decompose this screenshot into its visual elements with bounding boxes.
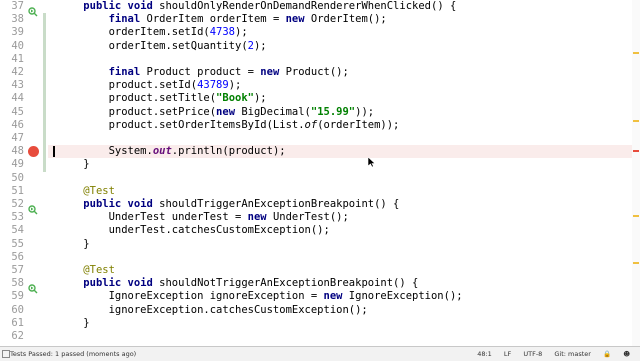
line-number[interactable]: 57	[0, 264, 24, 277]
code-text[interactable]: ignoreException.catchesCustomException()…	[58, 304, 368, 317]
status-bar: Tests Passed: 1 passed (moments ago) 48:…	[0, 346, 640, 361]
code-line[interactable]: 37 public void shouldOnlyRenderOnDemandR…	[0, 0, 640, 13]
line-number[interactable]: 39	[0, 26, 24, 39]
code-text[interactable]: orderItem.setQuantity(2);	[58, 40, 267, 53]
status-message[interactable]: Tests Passed: 1 passed (moments ago)	[10, 350, 136, 358]
code-line[interactable]: 57 @Test	[0, 264, 640, 277]
line-number[interactable]: 37	[0, 0, 24, 13]
warning-marker[interactable]	[633, 120, 639, 122]
code-line[interactable]: 48 System.out.println(product);	[0, 145, 640, 158]
code-text[interactable]: public void shouldTriggerAnExceptionBrea…	[58, 198, 399, 211]
code-line[interactable]: 47	[0, 132, 640, 145]
code-line[interactable]: 39 orderItem.setId(4738);	[0, 26, 640, 39]
code-text[interactable]: System.out.println(product);	[58, 145, 286, 158]
code-line[interactable]: 55 }	[0, 238, 640, 251]
line-number[interactable]: 42	[0, 66, 24, 79]
line-number[interactable]: 60	[0, 304, 24, 317]
line-number[interactable]: 50	[0, 172, 24, 185]
code-line[interactable]: 60 ignoreException.catchesCustomExceptio…	[0, 304, 640, 317]
code-text[interactable]: }	[58, 317, 89, 330]
line-number[interactable]: 52	[0, 198, 24, 211]
line-number[interactable]: 51	[0, 185, 24, 198]
code-text[interactable]: IgnoreException ignoreException = new Ig…	[58, 290, 463, 303]
code-line[interactable]: 46 product.setOrderItemsById(List.of(ord…	[0, 119, 640, 132]
line-number[interactable]: 44	[0, 92, 24, 105]
code-text[interactable]: @Test	[58, 185, 115, 198]
lock-icon[interactable]: 🔒	[603, 350, 611, 358]
code-line[interactable]: 59 IgnoreException ignoreException = new…	[0, 290, 640, 303]
warning-marker[interactable]	[633, 52, 639, 54]
code-line[interactable]: 51 @Test	[0, 185, 640, 198]
code-text[interactable]: public void shouldNotTriggerAnExceptionB…	[58, 277, 418, 290]
code-text[interactable]: orderItem.setId(4738);	[58, 26, 248, 39]
line-number[interactable]: 41	[0, 53, 24, 66]
code-text[interactable]: product.setTitle("Book");	[58, 92, 267, 105]
line-number[interactable]: 45	[0, 106, 24, 119]
line-number[interactable]: 59	[0, 290, 24, 303]
caret-position[interactable]: 48:1	[477, 350, 492, 358]
file-encoding[interactable]: UTF-8	[523, 350, 542, 358]
code-line[interactable]: 62	[0, 330, 640, 343]
line-number[interactable]: 53	[0, 211, 24, 224]
code-text[interactable]: UnderTest underTest = new UnderTest();	[58, 211, 349, 224]
code-line[interactable]: 53 UnderTest underTest = new UnderTest()…	[0, 211, 640, 224]
line-number[interactable]: 47	[0, 132, 24, 145]
code-text[interactable]: final Product product = new Product();	[58, 66, 349, 79]
line-number[interactable]: 40	[0, 40, 24, 53]
code-line[interactable]: 58 public void shouldNotTriggerAnExcepti…	[0, 277, 640, 290]
code-text[interactable]: @Test	[58, 264, 115, 277]
vcs-branch[interactable]: Git: master	[554, 350, 591, 358]
code-text[interactable]: public void shouldOnlyRenderOnDemandRend…	[58, 0, 456, 13]
code-text[interactable]: product.setPrice(new BigDecimal("15.99")…	[58, 106, 375, 119]
error-marker[interactable]	[633, 150, 639, 152]
code-line[interactable]: 61 }	[0, 317, 640, 330]
code-line[interactable]: 42 final Product product = new Product()…	[0, 66, 640, 79]
line-number[interactable]: 55	[0, 238, 24, 251]
line-number[interactable]: 56	[0, 251, 24, 264]
editor-scrollbar[interactable]	[632, 0, 640, 346]
line-separator[interactable]: LF	[504, 350, 511, 358]
tool-window-toggle-icon[interactable]	[2, 350, 10, 358]
code-line[interactable]: 43 product.setId(43789);	[0, 79, 640, 92]
code-line[interactable]: 52 public void shouldTriggerAnExceptionB…	[0, 198, 640, 211]
code-line[interactable]: 56	[0, 251, 640, 264]
code-line[interactable]: 40 orderItem.setQuantity(2);	[0, 40, 640, 53]
line-number[interactable]: 46	[0, 119, 24, 132]
code-line[interactable]: 44 product.setTitle("Book");	[0, 92, 640, 105]
code-line[interactable]: 45 product.setPrice(new BigDecimal("15.9…	[0, 106, 640, 119]
line-number[interactable]: 49	[0, 158, 24, 171]
line-number[interactable]: 38	[0, 13, 24, 26]
line-number[interactable]: 43	[0, 79, 24, 92]
line-number[interactable]: 61	[0, 317, 24, 330]
code-text[interactable]: product.setOrderItemsById(List.of(orderI…	[58, 119, 400, 132]
code-line[interactable]: 41	[0, 53, 640, 66]
warning-marker[interactable]	[633, 262, 639, 264]
line-number[interactable]: 54	[0, 224, 24, 237]
code-line[interactable]: 38 final OrderItem orderItem = new Order…	[0, 13, 640, 26]
code-line[interactable]: 54 underTest.catchesCustomException();	[0, 224, 640, 237]
code-text[interactable]: product.setId(43789);	[58, 79, 242, 92]
line-number[interactable]: 48	[0, 145, 24, 158]
code-text[interactable]: }	[58, 158, 89, 171]
code-editor[interactable]: 37 public void shouldOnlyRenderOnDemandR…	[0, 0, 640, 346]
mouse-cursor-icon	[367, 152, 376, 171]
warning-marker[interactable]	[633, 215, 639, 217]
line-number[interactable]: 58	[0, 277, 24, 290]
code-line[interactable]: 50	[0, 172, 640, 185]
code-text[interactable]: underTest.catchesCustomException();	[58, 224, 330, 237]
line-number[interactable]: 62	[0, 330, 24, 343]
code-line[interactable]: 49 }	[0, 158, 640, 171]
code-text[interactable]: final OrderItem orderItem = new OrderIte…	[58, 13, 387, 26]
code-text[interactable]: }	[58, 238, 89, 251]
hector-icon[interactable]: ☻	[623, 350, 630, 358]
